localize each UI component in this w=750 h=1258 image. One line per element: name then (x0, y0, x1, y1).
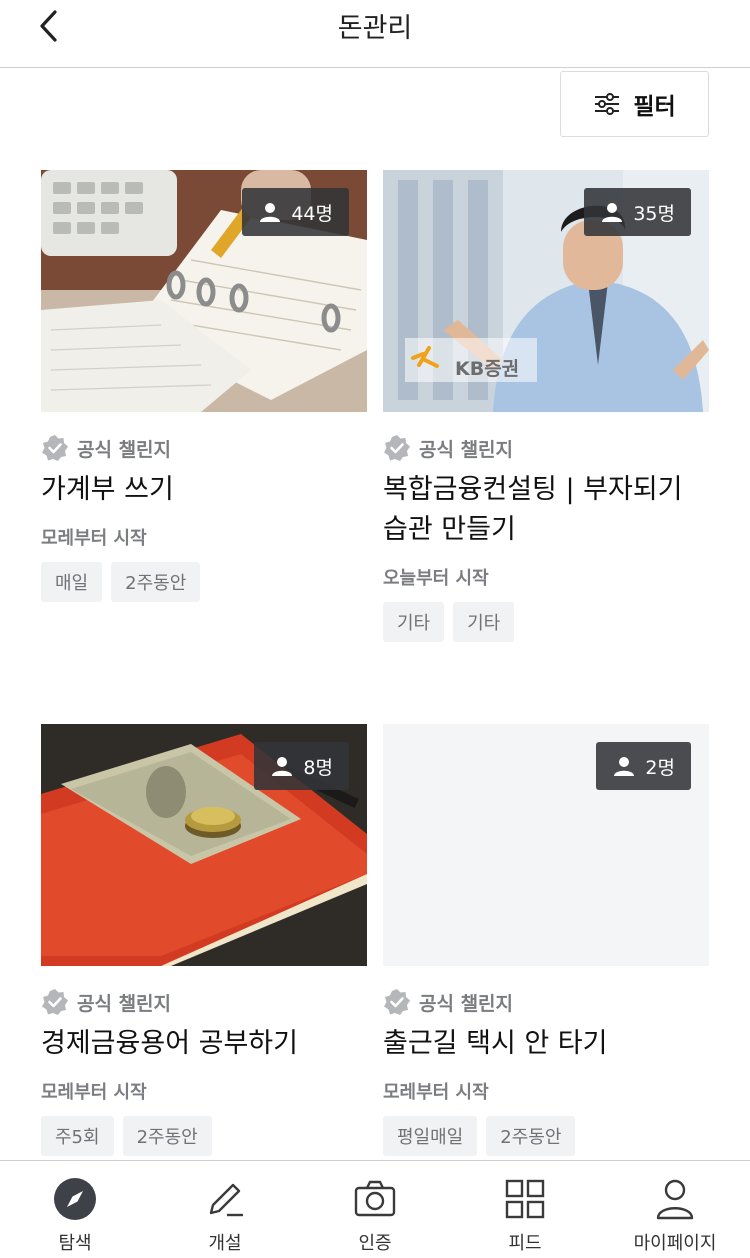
tab-verify[interactable]: 인증 (300, 1161, 450, 1258)
participant-count-badge: 44명 (242, 188, 349, 236)
start-date: 모레부터 시작 (41, 528, 147, 549)
tab-label: 인증 (358, 1233, 392, 1254)
tab-label: 개설 (208, 1233, 242, 1254)
person-icon (602, 203, 623, 222)
duration-tag: 2주동안 (111, 562, 201, 602)
challenge-card[interactable]: 44명 공식 챌린지 가계부 쓰기 모레부터 시작 매일 2주동안 (41, 170, 367, 602)
participant-count-badge: 35명 (584, 188, 691, 236)
challenge-title: 복합금융컨설팅 | 부자되기 습관 만들기 (383, 474, 683, 545)
challenge-title: 출근길 택시 안 타기 (383, 1028, 608, 1059)
verified-badge-icon (42, 435, 68, 461)
tag-list: 평일매일 2주동안 (383, 1116, 709, 1156)
official-label: 공식 챌린지 (77, 992, 172, 1015)
frequency-tag: 매일 (41, 562, 103, 602)
official-challenge-label: 공식 챌린지 (383, 432, 709, 464)
official-challenge-label: 공식 챌린지 (41, 986, 367, 1018)
challenge-thumbnail: 2명 (383, 724, 709, 966)
page-title: 돈관리 (337, 13, 413, 44)
participant-count: 2명 (645, 756, 675, 779)
participant-count-badge: 2명 (596, 742, 691, 790)
duration-tag: 2주동안 (122, 1116, 212, 1156)
person-icon (614, 757, 635, 776)
tab-create[interactable]: 개설 (150, 1161, 300, 1258)
tag-list: 기타 기타 (383, 602, 709, 642)
verified-badge-icon (384, 435, 410, 461)
official-label: 공식 챌린지 (419, 438, 514, 461)
brand-logo-text: KB증권 (455, 358, 520, 380)
person-icon (260, 203, 281, 222)
frequency-tag: 주5회 (41, 1116, 114, 1156)
pencil-icon (209, 1183, 243, 1217)
filter-button[interactable]: 필터 (560, 71, 709, 137)
challenge-title: 가계부 쓰기 (41, 474, 174, 505)
tab-label: 피드 (508, 1233, 542, 1254)
challenge-thumbnail: 44명 (41, 170, 367, 412)
frequency-tag: 평일매일 (383, 1116, 478, 1156)
official-label: 공식 챌린지 (419, 992, 514, 1015)
verified-badge-icon (384, 989, 410, 1015)
challenge-title: 경제금융용어 공부하기 (41, 1028, 298, 1059)
challenge-card[interactable]: 8명 공식 챌린지 경제금융용어 공부하기 모레부터 시작 주5회 2주동안 (41, 724, 367, 1156)
official-challenge-label: 공식 챌린지 (383, 986, 709, 1018)
participant-count: 35명 (633, 202, 675, 225)
filter-label: 필터 (633, 94, 676, 120)
compass-icon (54, 1178, 96, 1220)
camera-icon (354, 1180, 396, 1217)
frequency-tag: 기타 (383, 602, 445, 642)
challenge-thumbnail: 8명 (41, 724, 367, 966)
tag-list: 주5회 2주동안 (41, 1116, 367, 1156)
bottom-tab-bar: 탐색 개설 인증 피드 마이페이지 (0, 1160, 750, 1258)
challenge-thumbnail: KB증권 35명 (383, 170, 709, 412)
tab-label: 마이페이지 (633, 1233, 717, 1254)
start-date: 오늘부터 시작 (383, 568, 489, 589)
start-date: 모레부터 시작 (383, 1082, 489, 1103)
participant-count: 44명 (291, 202, 333, 225)
grid-icon (505, 1179, 545, 1219)
top-bar: 돈관리 (0, 0, 750, 68)
start-date: 모레부터 시작 (41, 1082, 147, 1103)
person-icon (272, 757, 293, 776)
participant-count: 8명 (303, 756, 333, 779)
tab-label: 탐색 (58, 1233, 92, 1254)
tab-explore[interactable]: 탐색 (0, 1161, 150, 1258)
tab-feed[interactable]: 피드 (450, 1161, 600, 1258)
official-challenge-label: 공식 챌린지 (41, 432, 367, 464)
challenge-card[interactable]: 2명 공식 챌린지 출근길 택시 안 타기 모레부터 시작 평일매일 2주동안 (383, 724, 709, 1156)
participant-count-badge: 8명 (254, 742, 349, 790)
tag-list: 매일 2주동안 (41, 562, 367, 602)
challenge-card[interactable]: KB증권 35명 공식 챌린지 복합금융컨설팅 | 부자되기 습관 만들기 오늘… (383, 170, 709, 642)
official-label: 공식 챌린지 (77, 438, 172, 461)
verified-badge-icon (42, 989, 68, 1015)
tab-mypage[interactable]: 마이페이지 (600, 1161, 750, 1258)
duration-tag: 기타 (453, 602, 515, 642)
filter-icon (595, 93, 620, 115)
person-icon (656, 1179, 694, 1220)
duration-tag: 2주동안 (486, 1116, 576, 1156)
